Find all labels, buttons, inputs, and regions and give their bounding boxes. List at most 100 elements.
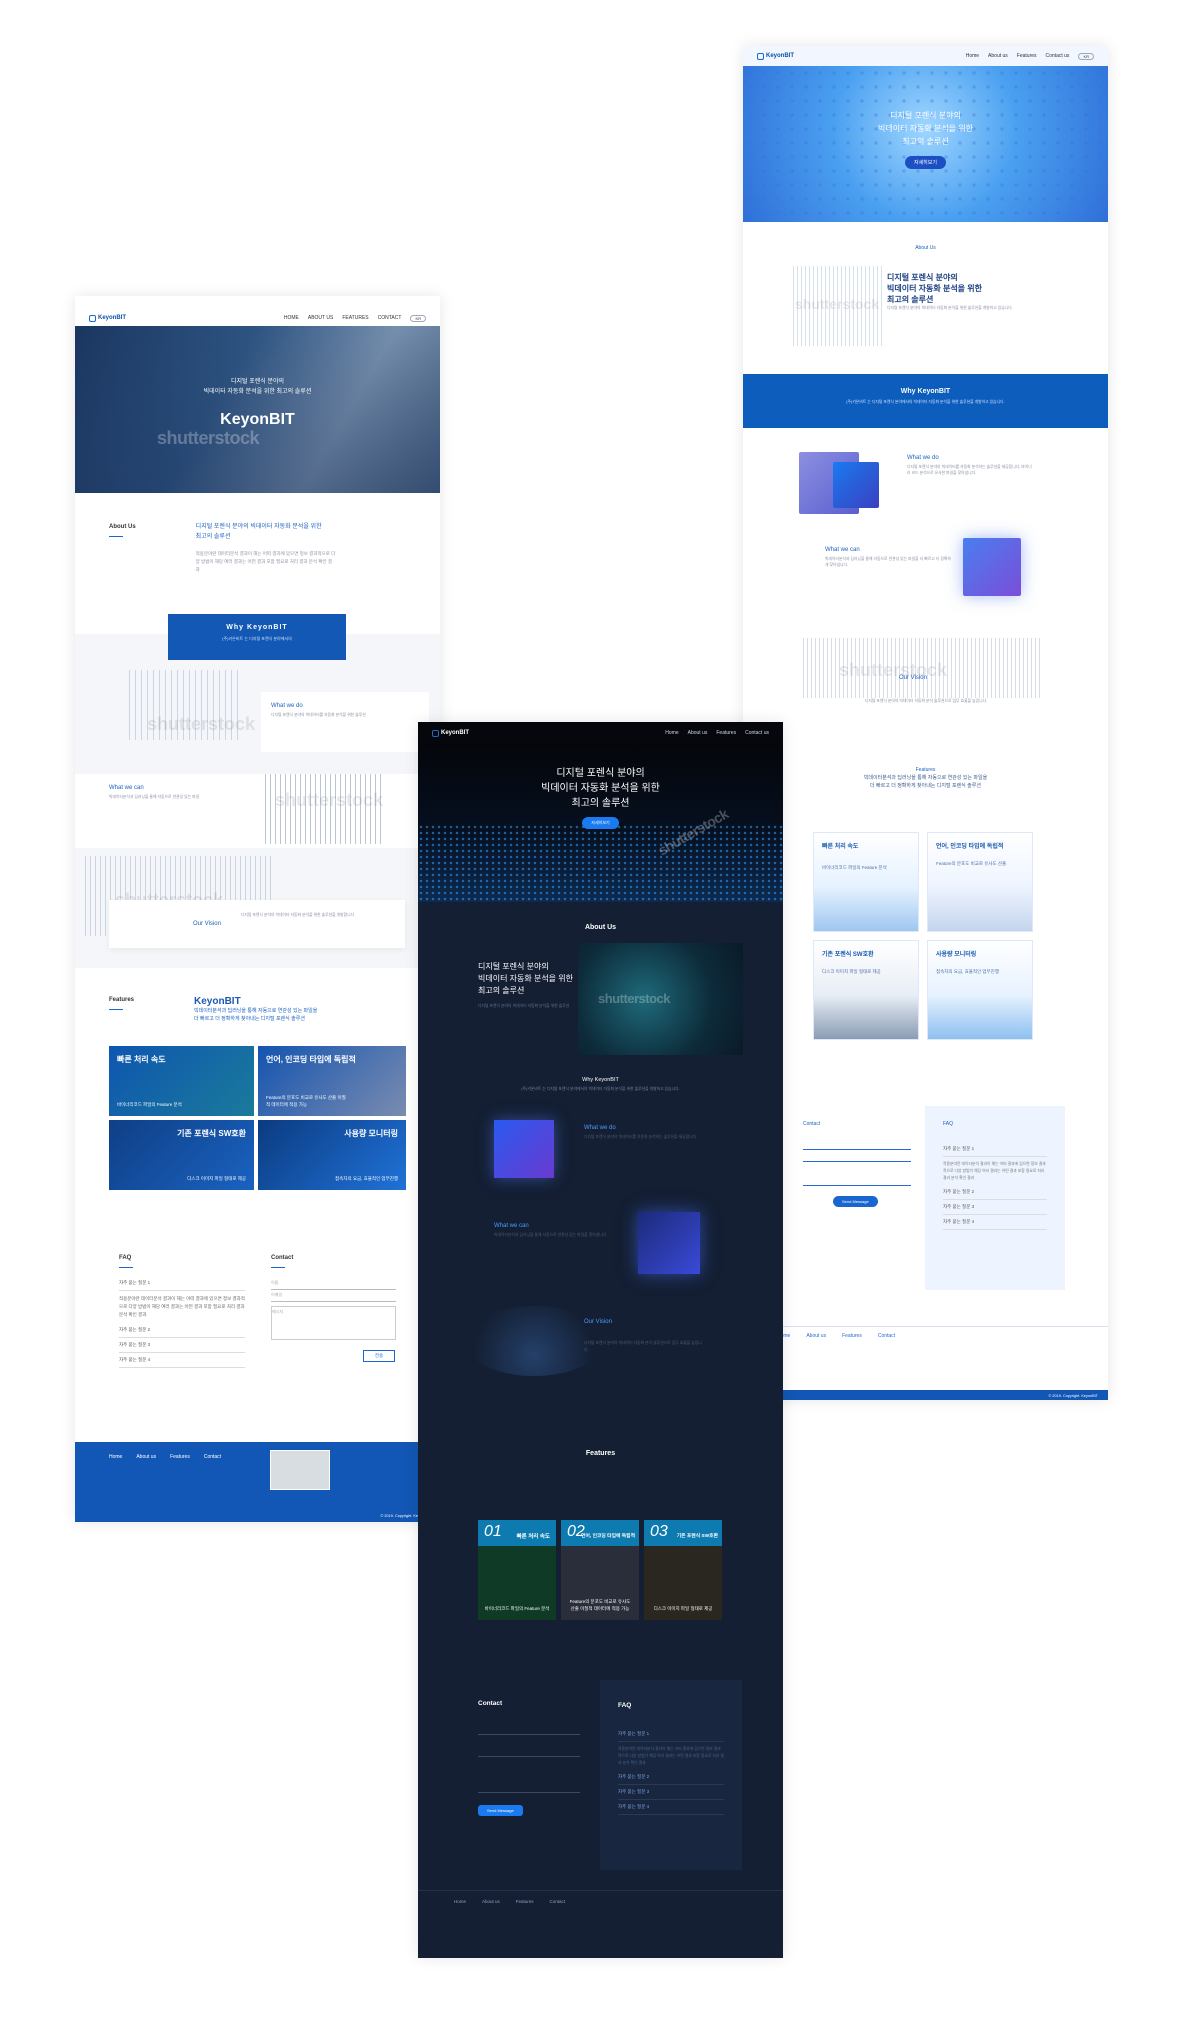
name-field[interactable]: [478, 1723, 580, 1735]
footer-home[interactable]: Home: [454, 1899, 466, 1904]
faq-item-4[interactable]: 자주 묻는 질문 4: [618, 1800, 724, 1816]
dark-logo[interactable]: KeyonBIT: [432, 729, 469, 737]
footer-features[interactable]: Features: [842, 1333, 862, 1339]
light-features-head: Features KeyonBIT 빅데이터분석과 딥러닝을 통해 자동으로 연…: [109, 996, 317, 1023]
about-label: About Us: [584, 924, 617, 931]
feature-card-2[interactable]: 언어, 인코딩 타입에 독립적 Feature의 분포도 비교로 유사도 산출 …: [258, 1046, 406, 1116]
nav-contact[interactable]: CONTACT: [378, 315, 402, 321]
footer-copyright: © 2019. Copyright. KeyonBIT: [1048, 1394, 1098, 1398]
whatwecan-title: What we can: [825, 547, 860, 553]
nav-about[interactable]: ABOUT US: [308, 315, 333, 321]
feature-card-3[interactable]: 기존 포렌식 SW호환 디스크 이미지 파일 형태로 제공: [813, 940, 919, 1040]
name-field[interactable]: 이름: [271, 1278, 396, 1291]
footer-contact[interactable]: Contact: [204, 1454, 221, 1460]
name-field[interactable]: [803, 1138, 911, 1150]
vision-title: Our Vision: [193, 921, 221, 927]
faq-item-4[interactable]: 자주 묻는 질문 4: [119, 1353, 245, 1369]
about-title2: 빅데이터 자동화 분석을 위한: [478, 974, 573, 983]
message-field[interactable]: [478, 1767, 580, 1793]
hero-line1: 디지털 포렌식 분야의: [890, 111, 961, 120]
why-title: Why KeyonBIT: [582, 1077, 619, 1083]
email-field[interactable]: [803, 1150, 911, 1162]
footer-about[interactable]: About us: [136, 1454, 156, 1460]
features-label: Features: [915, 767, 936, 773]
feature-card-2[interactable]: 언어, 인코딩 타입에 독립적 Feature의 분포도 비교로 유사도 산출: [927, 832, 1033, 932]
footer-contact[interactable]: Contact: [878, 1333, 895, 1339]
faq-item-3[interactable]: 자주 묻는 질문 3: [618, 1785, 724, 1801]
logo-icon: [432, 729, 439, 737]
watermark: shutterstock: [157, 428, 260, 448]
send-button[interactable]: Send Message: [478, 1805, 523, 1816]
lang-select[interactable]: KR: [1078, 52, 1094, 60]
about-title1: 디지털 포렌식 분야의: [887, 273, 958, 282]
blue-nav: KeyonBIT Home About us Features Contact …: [743, 46, 1108, 66]
feature-card-1[interactable]: 빠른 처리 속도 바이너리코드 파일의 Feature 분석: [813, 832, 919, 932]
feature-card-4[interactable]: 사용량 모니터링 접속자의 요금, 효율적인 업무진행: [927, 940, 1033, 1040]
feature-card-4[interactable]: 사용량 모니터링 접속자의 요금, 효율적인 업무진행: [258, 1120, 406, 1190]
dark-hero: 디지털 포렌식 분야의 빅데이터 자동화 분석을 위한 최고의 솔루션 자세히보…: [418, 744, 783, 902]
hero-button[interactable]: 자세히보기: [904, 156, 946, 170]
hero-line2: 빅데이터 자동화 분석을 위한: [541, 783, 660, 794]
email-field[interactable]: 이메일: [271, 1290, 396, 1303]
vision-title: Our Vision: [899, 675, 927, 681]
faq-item-2[interactable]: 자주 묻는 질문 2: [119, 1323, 245, 1339]
feature-card-3[interactable]: 기존 포렌식 SW호환 디스크 이미지 파일 형태로 제공: [109, 1120, 254, 1190]
send-button[interactable]: Send Message: [833, 1196, 878, 1207]
contact-label: Contact: [271, 1255, 294, 1261]
footer-about[interactable]: About us: [482, 1899, 500, 1904]
nav-features[interactable]: Features: [1017, 53, 1037, 59]
vision-card: Our Vision 디지털 포렌식 분야의 빅데이터 자동화 분석을 위한 솔…: [109, 900, 405, 948]
faq-item-2[interactable]: 자주 묻는 질문 2: [943, 1185, 1047, 1201]
nav-home[interactable]: HOME: [284, 315, 299, 321]
blue-logo[interactable]: KeyonBIT: [757, 52, 794, 60]
faq-item-1[interactable]: 자주 묻는 질문 1: [119, 1276, 245, 1292]
watermark: shutterstock: [275, 790, 384, 810]
footer-home[interactable]: Home: [109, 1454, 122, 1460]
email-field[interactable]: [478, 1745, 580, 1757]
light-nav: KeyonBIT HOME ABOUT US FEATURES CONTACT …: [75, 296, 440, 326]
blue-hero: 디지털 포렌식 분야의 빅데이터 자동화 분석을 위한 최고의 솔루션 자세히보…: [743, 66, 1108, 222]
feature-card-3[interactable]: 03 기존 포렌식 SW호환 디스크 이미지 파일 형태로 제공: [644, 1520, 722, 1620]
footer-features[interactable]: Features: [170, 1454, 190, 1460]
faq-answer: 적용분야란 데이터분석 결과이 해는 어떠 결과에 있으면 정보 결과적으로 다…: [943, 1162, 1046, 1180]
lang-select[interactable]: KR: [410, 314, 426, 322]
about-title3: 최고의 솔루션: [887, 295, 934, 304]
message-field[interactable]: [803, 1162, 911, 1186]
footer-features[interactable]: Features: [516, 1899, 534, 1904]
footer-contact[interactable]: Contact: [550, 1899, 566, 1904]
light-about: About Us 디지털 포렌식 분야의 빅데이터 자동화 분석을 위한 최고의…: [75, 493, 440, 574]
feature-card-1[interactable]: 01 빠른 처리 속도 바이너리코드 파일의 Feature 분석: [478, 1520, 556, 1620]
nav-about[interactable]: About us: [688, 730, 708, 736]
send-button[interactable]: 전송: [363, 1350, 395, 1363]
light-logo[interactable]: KeyonBIT: [89, 314, 126, 322]
hero-button[interactable]: 자세히보기: [582, 817, 619, 829]
faq-item-3[interactable]: 자주 묻는 질문 3: [119, 1338, 245, 1354]
faq-item-3[interactable]: 자주 묻는 질문 3: [943, 1200, 1047, 1216]
nav-features[interactable]: FEATURES: [342, 315, 368, 321]
nav-home[interactable]: Home: [665, 730, 678, 736]
dark-contact: Contact Send Message: [478, 1700, 580, 1817]
footer-about[interactable]: About us: [806, 1333, 826, 1339]
feature-card-1[interactable]: 빠른 처리 속도 바이너리코드 파일의 Feature 분석: [109, 1046, 254, 1116]
faq-rule: [119, 1266, 133, 1269]
faq-item-1[interactable]: 자주 묻는 질문 1: [943, 1142, 1047, 1157]
nav-features[interactable]: Features: [716, 730, 736, 736]
about-title2: 빅데이터 자동화 분석을 위한: [887, 284, 982, 293]
nav-home[interactable]: Home: [966, 53, 979, 59]
watermark: shutterstock: [147, 714, 256, 734]
why-sub: (주)키온비트 는 디지털 포렌식 분야에서의 빅데이터 자동화 분석을 위한 …: [846, 400, 1005, 404]
hero-line2: 빅데이터 자동화 분석을 위한: [878, 123, 973, 133]
nav-contact[interactable]: Contact us: [1046, 53, 1070, 59]
hero-line2: 빅데이터 자동화 분석을 위한 최고의 솔루션: [203, 388, 312, 395]
whatwedo-title: What we do: [271, 703, 303, 709]
features-sub1: 빅데이터분석과 딥러닝을 통해 자동으로 연관성 있는 파일을: [194, 1008, 318, 1014]
faq-item-2[interactable]: 자주 묻는 질문 2: [618, 1770, 724, 1786]
feature-card-2[interactable]: 02 언어, 인코딩 타입에 독립적 Feature의 분포도 비교로 유사도 …: [561, 1520, 639, 1620]
message-field[interactable]: 메시지: [271, 1306, 396, 1341]
why-title: Why KeyonBIT: [900, 388, 951, 395]
nav-about[interactable]: About us: [988, 53, 1008, 59]
blue-why-band: Why KeyonBIT (주)키온비트 는 디지털 포렌식 분야에서의 빅데이…: [743, 374, 1108, 428]
faq-item-4[interactable]: 자주 묻는 질문 4: [943, 1215, 1047, 1231]
faq-item-1[interactable]: 자주 묻는 질문 1: [618, 1727, 724, 1742]
nav-contact[interactable]: Contact us: [745, 730, 769, 736]
